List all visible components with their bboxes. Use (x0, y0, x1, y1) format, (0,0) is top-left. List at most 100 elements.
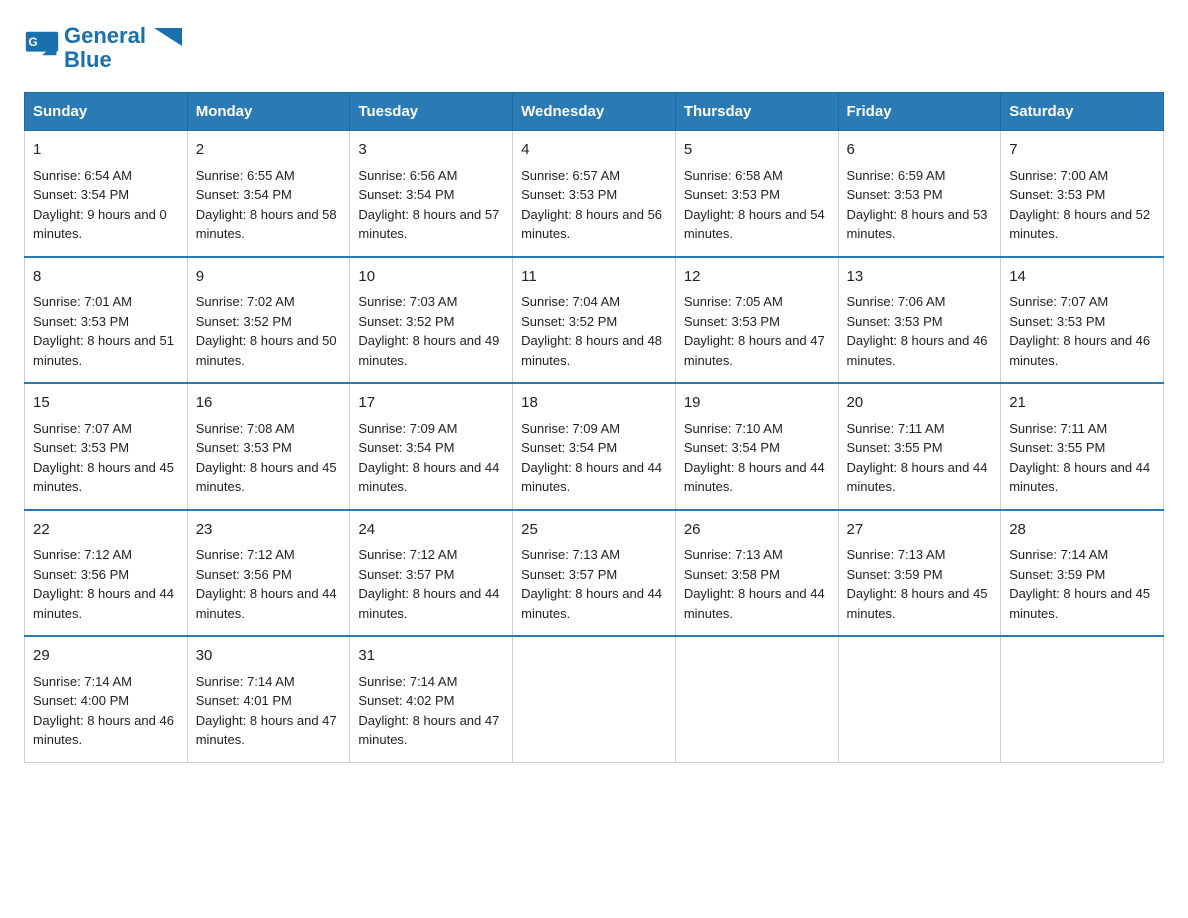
sunset-text: Sunset: 3:59 PM (847, 567, 943, 582)
daylight-text: Daylight: 8 hours and 44 minutes. (358, 460, 499, 495)
calendar-week-row: 8 Sunrise: 7:01 AM Sunset: 3:53 PM Daylight… (25, 257, 1164, 384)
daylight-text: Daylight: 8 hours and 46 minutes. (33, 713, 174, 748)
daylight-text: Daylight: 8 hours and 52 minutes. (1009, 207, 1150, 242)
day-number: 26 (684, 519, 830, 542)
daylight-text: Daylight: 8 hours and 46 minutes. (847, 333, 988, 368)
sunset-text: Sunset: 3:54 PM (196, 187, 292, 202)
col-header-sunday: Sunday (25, 93, 188, 131)
day-number: 19 (684, 392, 830, 415)
daylight-text: Daylight: 8 hours and 45 minutes. (847, 586, 988, 621)
col-header-saturday: Saturday (1001, 93, 1164, 131)
calendar-cell: 12Sunrise: 7:05 AMSunset: 3:53 PMDayligh… (675, 257, 838, 384)
sunset-text: Sunset: 4:02 PM (358, 693, 454, 708)
sunset-text: Sunset: 3:59 PM (1009, 567, 1105, 582)
sunrise-text: Sunrise: 6:57 AM (521, 168, 620, 183)
calendar-cell (513, 636, 676, 762)
sunset-text: Sunset: 3:57 PM (358, 567, 454, 582)
sunrise-text: Sunrise: 7:03 AM (358, 294, 457, 309)
day-number: 22 (33, 519, 179, 542)
day-number: 8 (33, 266, 179, 289)
sunset-text: Sunset: 3:56 PM (196, 567, 292, 582)
sunset-text: Sunset: 3:55 PM (847, 440, 943, 455)
day-number: 9 (196, 266, 342, 289)
col-header-wednesday: Wednesday (513, 93, 676, 131)
daylight-text: Daylight: 8 hours and 44 minutes. (196, 586, 337, 621)
calendar-cell: 17Sunrise: 7:09 AMSunset: 3:54 PMDayligh… (350, 383, 513, 510)
day-number: 3 (358, 139, 504, 162)
sunrise-text: Sunrise: 7:00 AM (1009, 168, 1108, 183)
day-number: 13 (847, 266, 993, 289)
calendar-cell: 2Sunrise: 6:55 AMSunset: 3:54 PMDaylight… (187, 131, 350, 257)
calendar-cell: 18Sunrise: 7:09 AMSunset: 3:54 PMDayligh… (513, 383, 676, 510)
day-number: 14 (1009, 266, 1155, 289)
calendar-cell: 3Sunrise: 6:56 AMSunset: 3:54 PMDaylight… (350, 131, 513, 257)
daylight-text: Daylight: 8 hours and 56 minutes. (521, 207, 662, 242)
calendar-cell: 10Sunrise: 7:03 AMSunset: 3:52 PMDayligh… (350, 257, 513, 384)
calendar-cell: 30Sunrise: 7:14 AMSunset: 4:01 PMDayligh… (187, 636, 350, 762)
col-header-thursday: Thursday (675, 93, 838, 131)
logo: G General Blue (24, 24, 182, 72)
calendar-header-row: SundayMondayTuesdayWednesdayThursdayFrid… (25, 93, 1164, 131)
sunset-text: Sunset: 3:54 PM (33, 187, 129, 202)
sunrise-text: Sunrise: 7:12 AM (196, 547, 295, 562)
sunrise-text: Sunrise: 7:07 AM (1009, 294, 1108, 309)
calendar-cell: 4Sunrise: 6:57 AMSunset: 3:53 PMDaylight… (513, 131, 676, 257)
calendar-cell: 22Sunrise: 7:12 AMSunset: 3:56 PMDayligh… (25, 510, 188, 637)
sunrise-text: Sunrise: 7:13 AM (521, 547, 620, 562)
daylight-text: Daylight: 8 hours and 44 minutes. (358, 586, 499, 621)
calendar-cell: 23Sunrise: 7:12 AMSunset: 3:56 PMDayligh… (187, 510, 350, 637)
sunrise-text: Sunrise: 6:56 AM (358, 168, 457, 183)
calendar-cell: 20Sunrise: 7:11 AMSunset: 3:55 PMDayligh… (838, 383, 1001, 510)
sunrise-text: Sunrise: 7:13 AM (847, 547, 946, 562)
sunrise-text: Sunrise: 7:14 AM (196, 674, 295, 689)
sunrise-text: Sunrise: 7:02 AM (196, 294, 295, 309)
daylight-text: Daylight: 8 hours and 53 minutes. (847, 207, 988, 242)
calendar-cell: 21Sunrise: 7:11 AMSunset: 3:55 PMDayligh… (1001, 383, 1164, 510)
daylight-text: Daylight: 8 hours and 45 minutes. (196, 460, 337, 495)
daylight-text: Daylight: 8 hours and 46 minutes. (1009, 333, 1150, 368)
sunset-text: Sunset: 3:53 PM (1009, 187, 1105, 202)
sunset-text: Sunset: 3:56 PM (33, 567, 129, 582)
sunrise-text: Sunrise: 7:11 AM (847, 421, 945, 436)
calendar-cell: 9Sunrise: 7:02 AMSunset: 3:52 PMDaylight… (187, 257, 350, 384)
day-number: 20 (847, 392, 993, 415)
sunrise-text: Sunrise: 7:01 AM (33, 294, 132, 309)
sunset-text: Sunset: 3:52 PM (358, 314, 454, 329)
day-number: 29 (33, 645, 179, 668)
daylight-text: Daylight: 8 hours and 48 minutes. (521, 333, 662, 368)
calendar-cell: 19Sunrise: 7:10 AMSunset: 3:54 PMDayligh… (675, 383, 838, 510)
logo-triangle (154, 28, 182, 46)
sunrise-text: Sunrise: 7:09 AM (521, 421, 620, 436)
calendar-cell: 25Sunrise: 7:13 AMSunset: 3:57 PMDayligh… (513, 510, 676, 637)
sunset-text: Sunset: 3:54 PM (684, 440, 780, 455)
logo-icon: G (24, 30, 60, 66)
day-number: 25 (521, 519, 667, 542)
sunset-text: Sunset: 3:53 PM (196, 440, 292, 455)
sunset-text: Sunset: 3:53 PM (33, 440, 129, 455)
sunrise-text: Sunrise: 6:55 AM (196, 168, 295, 183)
sunset-text: Sunset: 4:00 PM (33, 693, 129, 708)
day-number: 31 (358, 645, 504, 668)
calendar-cell (675, 636, 838, 762)
day-number: 17 (358, 392, 504, 415)
sunrise-text: Sunrise: 6:59 AM (847, 168, 946, 183)
calendar-cell: 13 Sunrise: 7:06 AM Sunset: 3:53 PM Dayligh… (838, 257, 1001, 384)
day-number: 12 (684, 266, 830, 289)
calendar-cell (838, 636, 1001, 762)
daylight-text: Daylight: 8 hours and 47 minutes. (684, 333, 825, 368)
sunrise-text: Sunrise: 7:06 AM (847, 294, 946, 309)
daylight-text: Daylight: 8 hours and 58 minutes. (196, 207, 337, 242)
day-number: 16 (196, 392, 342, 415)
sunset-text: Sunset: 3:53 PM (684, 314, 780, 329)
sunrise-text: Sunrise: 7:12 AM (358, 547, 457, 562)
sunset-text: Sunset: 3:53 PM (847, 314, 943, 329)
day-number: 10 (358, 266, 504, 289)
day-number: 30 (196, 645, 342, 668)
calendar-cell: 16Sunrise: 7:08 AMSunset: 3:53 PMDayligh… (187, 383, 350, 510)
calendar-cell: 27Sunrise: 7:13 AMSunset: 3:59 PMDayligh… (838, 510, 1001, 637)
sunset-text: Sunset: 3:53 PM (684, 187, 780, 202)
calendar-cell: 5Sunrise: 6:58 AMSunset: 3:53 PMDaylight… (675, 131, 838, 257)
day-number: 6 (847, 139, 993, 162)
daylight-text: Daylight: 8 hours and 51 minutes. (33, 333, 174, 368)
daylight-text: Daylight: 8 hours and 47 minutes. (196, 713, 337, 748)
